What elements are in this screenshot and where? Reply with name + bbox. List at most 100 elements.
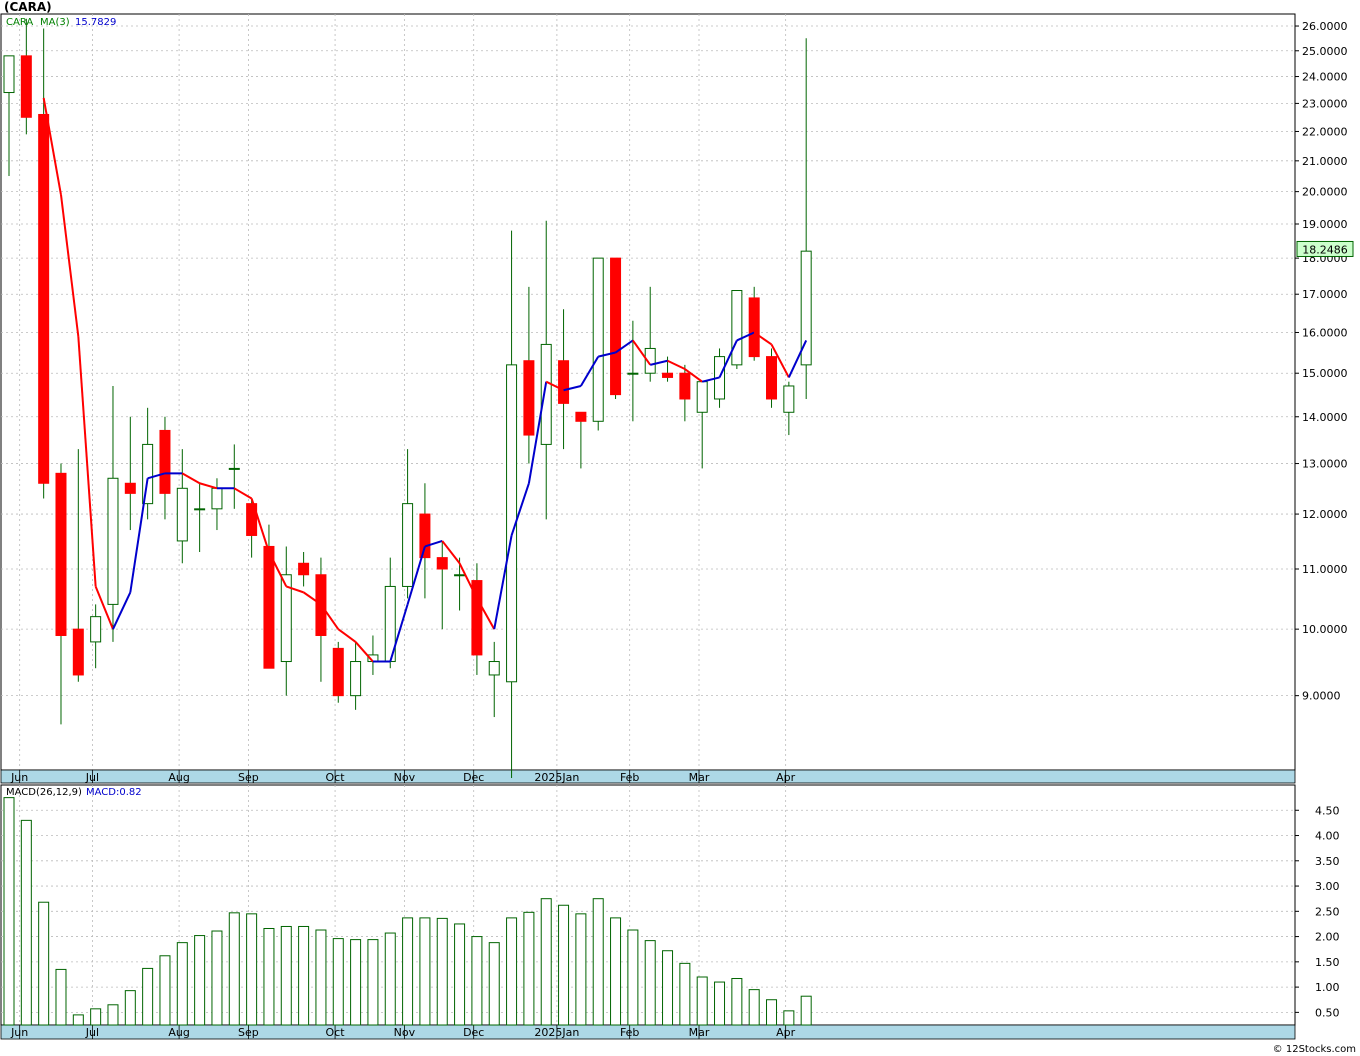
price-tick-label: 9.0000 [1302,690,1341,703]
price-tick-label: 19.0000 [1302,218,1348,231]
date-axis-label: Apr [776,771,796,784]
price-panel-frame [0,13,1296,771]
candle-body-up [90,616,102,643]
candle-body-down [263,545,275,669]
candle-body-up [540,343,552,445]
macd-bar [280,925,292,1026]
macd-date-axis-label: Apr [776,1026,796,1039]
macd-tick-label: 3.50 [1315,855,1340,868]
price-tick-label: 24.0000 [1302,71,1348,84]
date-axis-label: Dec [463,771,484,784]
macd-bar [194,935,206,1026]
macd-bar [38,901,50,1026]
price-tick-label: 11.0000 [1302,563,1348,576]
macd-bar [228,912,240,1026]
macd-bar [714,981,726,1026]
macd-bar [176,942,188,1026]
macd-bar [575,913,587,1026]
macd-bar [540,898,552,1026]
price-tick-label: 16.0000 [1302,326,1348,339]
candle-body-down [72,628,84,676]
macd-bar [662,950,674,1026]
macd-bar [263,927,275,1026]
macd-tick-label: 2.50 [1315,905,1340,918]
candle-body-down [766,356,778,400]
macd-date-axis-label: Dec [463,1026,484,1039]
price-tick-label: 14.0000 [1302,411,1348,424]
macd-date-axis-label: Feb [620,1026,639,1039]
macd-bar [558,904,570,1026]
price-tick-label: 12.0000 [1302,508,1348,521]
macd-bar [679,962,691,1026]
macd-date-axis-label: Nov [394,1026,416,1039]
macd-bar [748,989,760,1026]
date-axis-label: Jun [10,771,28,784]
macd-tick-label: 0.50 [1315,1006,1340,1019]
macd-bar [246,913,258,1026]
macd-bar [644,940,656,1026]
macd-bar [211,930,223,1026]
macd-bar [20,819,32,1026]
candle-body-down [55,472,67,636]
macd-date-axis-label: Sep [238,1026,259,1039]
date-axis-label: Aug [168,771,189,784]
macd-bar [419,917,431,1026]
price-tick-label: 13.0000 [1302,458,1348,471]
macd-date-axis-label: Jul [85,1026,99,1039]
date-axis-label: Sep [238,771,259,784]
legend-symbol: CARA [6,17,33,28]
macd-bar [142,967,154,1026]
macd-bar [696,976,708,1026]
date-axis-label: Oct [326,771,346,784]
macd-date-axis-label: Mar [689,1026,710,1039]
price-panel-grid: 9.0000 10.0000 11.0000 12.0000 13.0000 14.000… [0,13,1348,784]
candle-body-up [107,477,119,605]
macd-bar [367,939,379,1026]
candle-body-up [176,487,188,542]
macd-date-axis-label: Oct [326,1026,346,1039]
macd-date-axis-label: Jun [10,1026,28,1039]
macd-tick-label: 1.00 [1315,981,1340,994]
legend-ma-value: 15.7829 [75,17,116,28]
macd-bar [124,990,136,1026]
macd-bar [488,942,500,1026]
macd-tick-label: 4.00 [1315,830,1340,843]
macd-date-axis-bar [0,1024,1296,1040]
macd-bar [592,898,604,1026]
macd-bar [523,911,535,1026]
candle-body-up [228,467,240,470]
macd-bar [315,929,327,1026]
macd-bar [350,939,362,1026]
macd-tick-label: 1.50 [1315,956,1340,969]
macd-bar [90,1008,102,1026]
macd-tick-label: 4.50 [1315,804,1340,817]
candle-body-down [575,411,587,422]
macd-bar [159,955,171,1026]
candle-body-up [627,372,639,375]
candle-body-down [558,360,570,404]
candle-body-down [20,55,32,118]
price-tick-label: 20.0000 [1302,186,1348,199]
macd-bar [454,923,466,1026]
price-tick-label: 23.0000 [1302,97,1348,110]
price-tick-label: 10.0000 [1302,623,1348,636]
candle-body-down [610,257,622,396]
price-tick-label: 17.0000 [1302,288,1348,301]
candle-body-down [523,360,535,436]
macd-bar [384,932,396,1026]
macd-bar [55,968,67,1026]
last-price-label: 18.2486 [1302,243,1348,256]
macd-bar [610,917,622,1026]
macd-legend-label: MACD(26,12,9) [6,787,82,798]
candle-body-down [419,513,431,559]
macd-bar [506,917,518,1026]
macd-bar [783,1010,795,1026]
macd-bar [72,1014,84,1026]
candle-body-up [211,487,223,510]
macd-bar [402,917,414,1026]
date-axis-label: 2025Jan [534,771,579,784]
candle-body-up [592,257,604,422]
candle-body-up [731,290,743,366]
date-axis-bar [0,769,1296,784]
candle-body-down [332,647,344,697]
